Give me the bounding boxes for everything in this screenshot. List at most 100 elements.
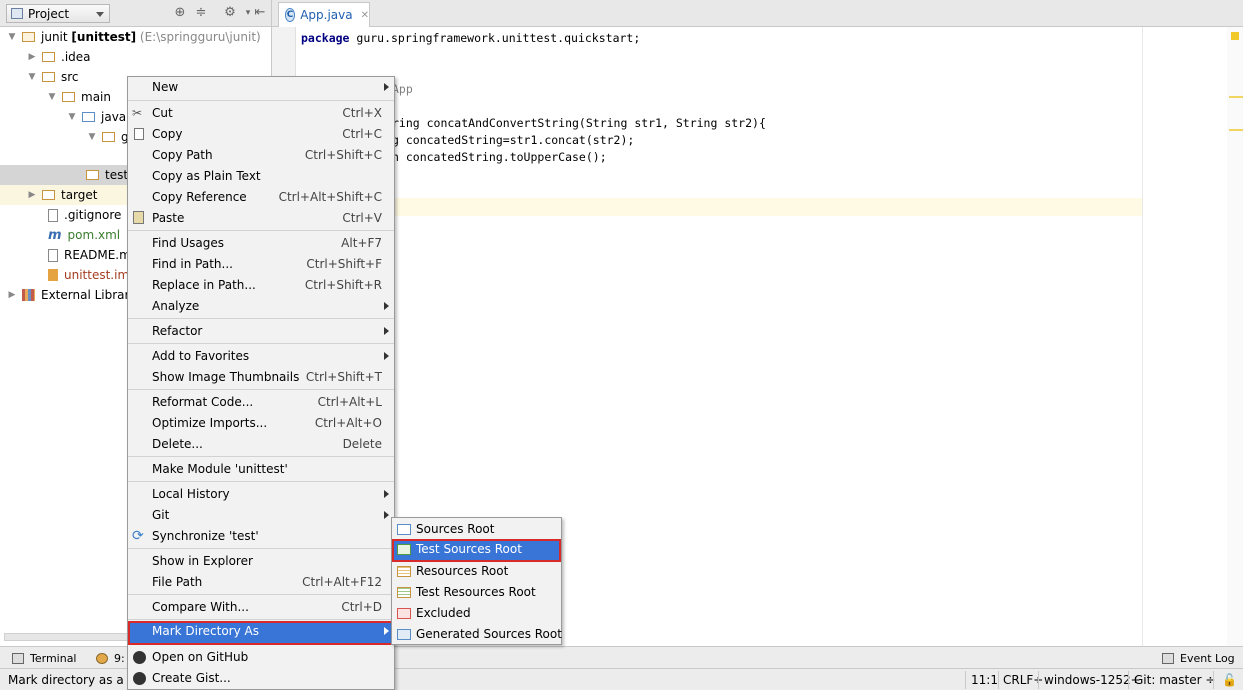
menu-item-compare-with[interactable]: Compare With... Ctrl+D [128, 597, 394, 618]
submenu-item-test-resources-root[interactable]: Test Resources Root [392, 582, 561, 603]
menu-item-reformat-code[interactable]: Reformat Code... Ctrl+Alt+L [128, 392, 394, 413]
tree-item-label: pom.xml [67, 228, 121, 242]
close-icon[interactable]: ✕ [361, 10, 369, 21]
menu-item-shortcut: Ctrl+Shift+R [304, 278, 382, 292]
tree-item-idea[interactable]: ▶ .idea [26, 47, 91, 67]
tree-item-label: main [81, 90, 111, 104]
menu-item-label: Show Image Thumbnails [152, 370, 300, 384]
menu-item-label: Optimize Imports... [152, 416, 268, 430]
tree-item-gitignore[interactable]: .gitignore [48, 205, 121, 225]
menu-item-find-usages[interactable]: Find Usages Alt+F7 [128, 233, 394, 254]
menu-item-show-in-explorer[interactable]: Show in Explorer [128, 551, 394, 572]
menu-item-shortcut: Alt+F7 [341, 236, 382, 250]
menu-item-copy-reference[interactable]: Copy Reference Ctrl+Alt+Shift+C [128, 187, 394, 208]
collapse-arrow-icon[interactable]: ▶ [26, 190, 38, 200]
error-stripe[interactable] [1227, 27, 1243, 646]
menu-item-copy[interactable]: Copy Ctrl+C [128, 124, 394, 145]
menu-item-new[interactable]: New [128, 77, 394, 98]
tree-item-src[interactable]: ▼ src [26, 67, 79, 87]
menu-item-label: Refactor [152, 324, 203, 338]
git-branch[interactable]: Git: master ÷ [1134, 672, 1215, 688]
menu-item-delete[interactable]: Delete... Delete [128, 434, 394, 455]
collapse-arrow-icon[interactable]: ▶ [6, 290, 18, 300]
menu-item-open-on-github[interactable]: Open on GitHub [128, 647, 394, 668]
tree-item-readme[interactable]: README.md [48, 245, 138, 265]
tree-item-label: test [105, 168, 129, 182]
menu-item-label: Find Usages [152, 236, 225, 250]
menu-item-optimize-imports[interactable]: Optimize Imports... Ctrl+Alt+O [128, 413, 394, 434]
menu-item-add-to-favorites[interactable]: Add to Favorites [128, 346, 394, 367]
sources-root-folder-icon [397, 524, 411, 535]
collapse-all-icon[interactable]: ≑ [193, 5, 209, 21]
menu-item-label: Compare With... [152, 600, 249, 614]
menu-item-show-image-thumbnails[interactable]: Show Image Thumbnails Ctrl+Shift+T [128, 367, 394, 388]
menu-item-replace-in-path[interactable]: Replace in Path... Ctrl+Shift+R [128, 275, 394, 296]
stripe-marker[interactable] [1229, 129, 1243, 131]
terminal-tool-button[interactable]: Terminal [12, 650, 77, 666]
menu-separator [128, 481, 394, 482]
menu-item-shortcut: Ctrl+Alt+F12 [302, 575, 382, 589]
submenu-item-excluded[interactable]: Excluded [392, 603, 561, 624]
event-log-label: Event Log [1180, 651, 1235, 665]
tree-item-package[interactable]: ▼ g [86, 127, 129, 147]
menu-item-label: Copy as Plain Text [152, 169, 261, 183]
submenu-item-label: Sources Root [416, 522, 495, 536]
tree-item-main[interactable]: ▼ main [46, 87, 111, 107]
menu-item-shortcut: Ctrl+C [342, 127, 382, 141]
gear-icon[interactable]: ⚙ [222, 5, 238, 21]
menu-item-mark-directory-as[interactable]: Mark Directory As [128, 621, 394, 645]
tree-item-pom[interactable]: m pom.xml [48, 225, 120, 245]
submenu-item-resources-root[interactable]: Resources Root [392, 561, 561, 582]
menu-item-analyze[interactable]: Analyze [128, 296, 394, 317]
project-view-icon [11, 8, 23, 19]
submenu-item-label: Test Sources Root [416, 542, 522, 556]
menu-item-refactor[interactable]: Refactor [128, 321, 394, 342]
project-view-label: Project [28, 6, 70, 21]
status-divider [998, 671, 999, 689]
menu-item-create-gist[interactable]: Create Gist... [128, 668, 394, 689]
file-icon [48, 208, 58, 222]
locate-icon[interactable]: ⊕ [172, 5, 188, 21]
version-control-tool-button[interactable]: 9: [96, 650, 125, 666]
menu-item-label: Local History [152, 487, 230, 501]
expand-arrow-icon[interactable]: ▼ [86, 132, 98, 142]
menu-item-local-history[interactable]: Local History [128, 484, 394, 505]
event-log-tool-button[interactable]: Event Log [1162, 650, 1235, 666]
project-header: Project ⊕ ≑ ⚙ ▾ ⇤ [0, 0, 271, 27]
submenu-item-test-sources-root[interactable]: Test Sources Root [392, 539, 561, 562]
file-encoding[interactable]: windows-1252÷ [1044, 672, 1141, 688]
menu-separator [128, 318, 394, 319]
expand-arrow-icon[interactable]: ▼ [6, 32, 18, 42]
menu-separator [128, 548, 394, 549]
tree-item-java[interactable]: ▼ java [66, 107, 127, 127]
submenu-item-generated-sources-root[interactable]: Generated Sources Root [392, 624, 562, 645]
stripe-marker[interactable] [1229, 96, 1243, 98]
tree-item-iml[interactable]: unittest.iml [48, 265, 132, 285]
menu-item-synchronize[interactable]: ⟳ Synchronize 'test' [128, 526, 394, 547]
lock-icon[interactable]: 🔓 [1222, 672, 1237, 688]
tab-app-java[interactable]: C App.java ✕ [278, 2, 370, 27]
tree-item-label: junit [41, 30, 68, 44]
expand-arrow-icon[interactable]: ▼ [46, 92, 58, 102]
submenu-item-label: Resources Root [416, 564, 509, 578]
collapse-arrow-icon[interactable]: ▶ [26, 52, 38, 62]
menu-item-copy-plain-text[interactable]: Copy as Plain Text [128, 166, 394, 187]
project-view-selector[interactable]: Project [6, 4, 110, 23]
folder-icon [62, 92, 75, 102]
menu-item-cut[interactable]: ✂ Cut Ctrl+X [128, 103, 394, 124]
warning-marker-icon[interactable] [1231, 32, 1239, 40]
tree-item-junit[interactable]: ▼ junit [unittest] (E:\springguru\junit) [6, 27, 261, 47]
clipboard-icon [133, 211, 144, 224]
tree-item-external-libraries[interactable]: ▶ External Libraries [6, 285, 147, 305]
menu-item-find-in-path[interactable]: Find in Path... Ctrl+Shift+F [128, 254, 394, 275]
expand-arrow-icon[interactable]: ▼ [26, 72, 38, 82]
menu-item-git[interactable]: Git [128, 505, 394, 526]
menu-item-file-path[interactable]: File Path Ctrl+Alt+F12 [128, 572, 394, 593]
menu-item-make-module[interactable]: Make Module 'unittest' [128, 459, 394, 480]
caret-position[interactable]: 11:1 [971, 672, 998, 688]
menu-item-paste[interactable]: Paste Ctrl+V [128, 208, 394, 229]
submenu-item-sources-root[interactable]: Sources Root [392, 519, 561, 540]
expand-arrow-icon[interactable]: ▼ [66, 112, 78, 122]
hide-panel-icon[interactable]: ⇤ [252, 5, 268, 21]
menu-item-copy-path[interactable]: Copy Path Ctrl+Shift+C [128, 145, 394, 166]
